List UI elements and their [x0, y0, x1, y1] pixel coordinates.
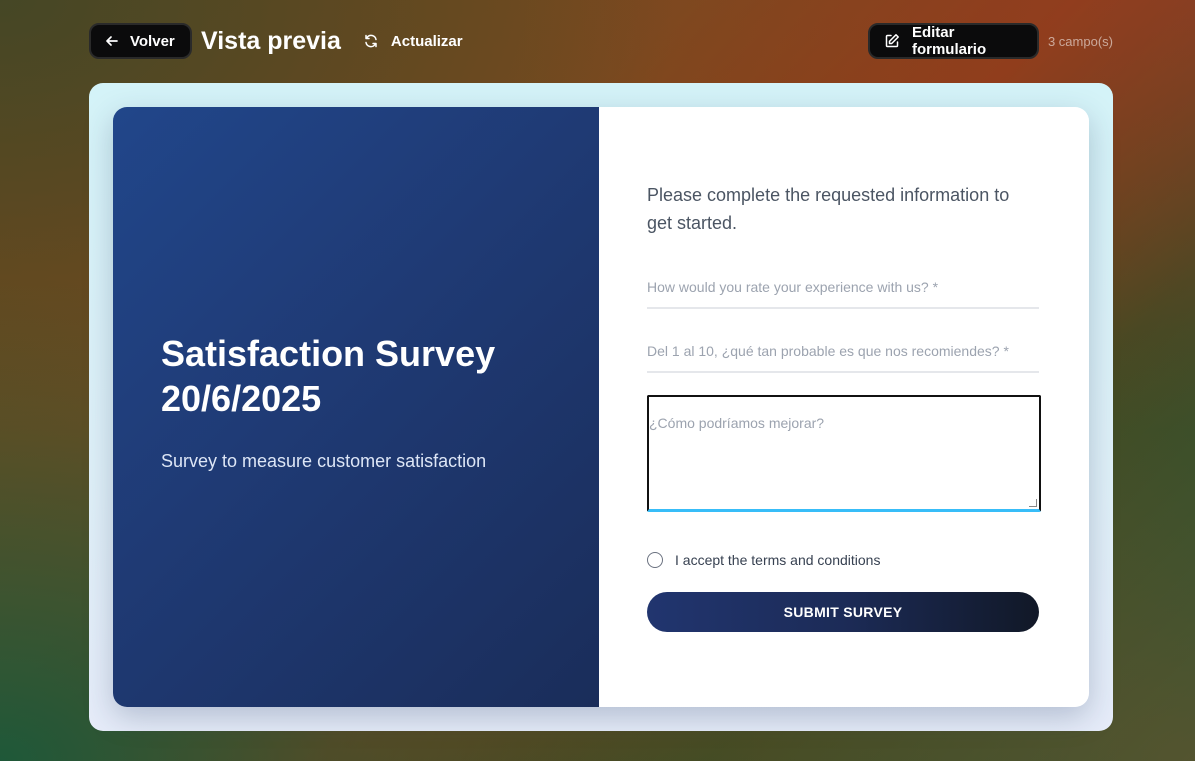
top-bar: Volver Vista previa Actualizar Editar fo…: [89, 23, 1113, 59]
terms-row: I accept the terms and conditions: [647, 552, 1041, 568]
form-panel: Please complete the requested informatio…: [599, 107, 1089, 707]
fields-count: 3 campo(s): [1047, 33, 1113, 49]
form-card: Satisfaction Survey 20/6/2025 Survey to …: [113, 107, 1089, 707]
terms-radio[interactable]: [647, 552, 663, 568]
form-intro: Please complete the requested informatio…: [647, 185, 1010, 233]
edit-form-label: Editar formulario: [911, 24, 987, 58]
terms-label: I accept the terms and conditions: [675, 552, 881, 568]
page-title: Vista previa: [201, 26, 341, 55]
improve-textarea[interactable]: ¿Cómo podríamos mejorar?: [647, 395, 1041, 512]
rating-field-placeholder: How would you rate your experience with …: [647, 279, 939, 295]
survey-title: Satisfaction Survey 20/6/2025: [161, 332, 496, 419]
rating-field[interactable]: How would you rate your experience with …: [647, 267, 1039, 309]
refresh-icon: [363, 33, 379, 49]
submit-button-label: SUBMIT SURVEY: [783, 604, 903, 620]
recommend-field[interactable]: Del 1 al 10, ¿qué tan probable es que no…: [647, 331, 1039, 373]
improve-textarea-placeholder: ¿Cómo podríamos mejorar?: [649, 415, 825, 431]
back-button-label: Volver: [130, 32, 175, 50]
back-button[interactable]: Volver: [89, 23, 192, 59]
recommend-field-placeholder: Del 1 al 10, ¿qué tan probable es que no…: [647, 343, 1009, 359]
edit-form-button[interactable]: Editar formulario: [867, 23, 1039, 59]
edit-icon: [884, 33, 900, 49]
resize-handle[interactable]: [1029, 499, 1037, 507]
survey-description: Survey to measure customer satisfaction: [161, 450, 487, 471]
form-hero-panel: Satisfaction Survey 20/6/2025 Survey to …: [113, 107, 599, 707]
refresh-button[interactable]: Actualizar: [363, 33, 463, 50]
arrow-left-icon: [104, 33, 120, 49]
preview-container: Satisfaction Survey 20/6/2025 Survey to …: [89, 83, 1113, 731]
submit-button[interactable]: SUBMIT SURVEY: [647, 592, 1039, 632]
refresh-label: Actualizar: [390, 32, 463, 50]
